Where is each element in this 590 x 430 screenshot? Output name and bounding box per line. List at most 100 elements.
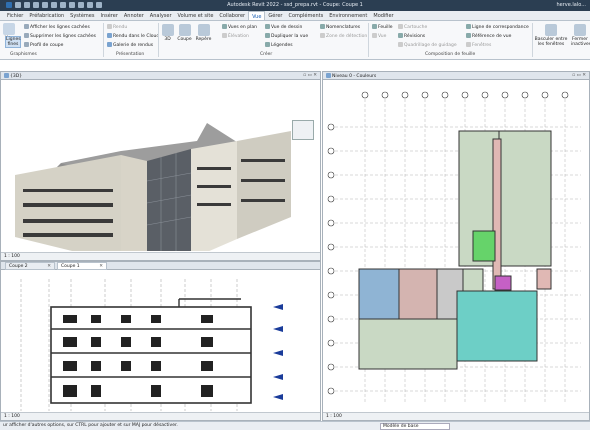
tab-fichier[interactable]: Fichier: [4, 11, 26, 20]
tab-annoter[interactable]: Annoter: [121, 11, 147, 20]
grid-bubble[interactable]: [501, 91, 509, 99]
grid-bubble[interactable]: [327, 315, 335, 323]
grid-bubble[interactable]: [327, 243, 335, 251]
view-3d-footer: 1 : 100: [1, 252, 320, 260]
tab-collaborer[interactable]: Collaborer: [216, 11, 248, 20]
view-plan-tab[interactable]: Niveau 0 - Couleurs ▫ ▭ ✕: [323, 72, 589, 80]
view-reference-button[interactable]: Référence de vue: [466, 33, 511, 39]
schedules-button[interactable]: Nomenclatures: [320, 24, 360, 30]
revisions-button[interactable]: Révisions: [398, 33, 425, 39]
tab-modifier[interactable]: Modifier: [370, 11, 396, 20]
grid-bubble[interactable]: [561, 91, 569, 99]
grid-bubble[interactable]: [327, 195, 335, 203]
grid-bubble[interactable]: [361, 91, 369, 99]
render-gallery-button[interactable]: Galerie de rendus: [107, 42, 153, 48]
scope-box-button[interactable]: Zone de détection: [320, 33, 367, 39]
model-selector[interactable]: Modèle de base: [380, 423, 450, 430]
sheet-button[interactable]: Feuille: [372, 24, 392, 30]
cloud-render-button[interactable]: Rendu dans le Cloud: [107, 33, 159, 39]
duplicate-view-button[interactable]: Dupliquer la vue: [265, 33, 308, 39]
section-button[interactable]: Coupe: [177, 24, 192, 42]
grid-bubble[interactable]: [401, 91, 409, 99]
grid-bubble[interactable]: [441, 91, 449, 99]
callout-button[interactable]: Repère: [195, 24, 212, 42]
show-hidden-lines-button[interactable]: Afficher les lignes cachées: [24, 24, 90, 30]
grid-bubble[interactable]: [327, 267, 335, 275]
grid-bubble[interactable]: [541, 91, 549, 99]
grid-bubble[interactable]: [461, 91, 469, 99]
legend-icon: [265, 42, 270, 47]
revision-icon: [398, 33, 403, 38]
render-button[interactable]: Rendu: [107, 24, 127, 30]
grid-bubble[interactable]: [421, 91, 429, 99]
view-reference-icon: [466, 33, 471, 38]
grid-bubble[interactable]: [381, 91, 389, 99]
duplicate-icon: [265, 33, 270, 38]
plan-views-button[interactable]: Vues en plan: [222, 24, 257, 30]
panel-label-presentation: Présentation: [116, 52, 145, 57]
glass-curtain-wall: [147, 149, 191, 251]
view-place-button[interactable]: Vue: [372, 33, 386, 39]
3d-view-button[interactable]: 3D: [161, 24, 174, 42]
guide-grid-button[interactable]: Quadrillage de guidage: [398, 42, 457, 48]
scope-box-icon: [320, 33, 325, 38]
sheet-icon: [372, 24, 377, 29]
ribbon: Vue Lignes fines Afficher les lignes cac…: [0, 21, 590, 60]
ribbon-tabs: Fichier Préfabrication Systèmes Insérer Anno…: [0, 11, 590, 21]
tab-environnement[interactable]: Environnement: [326, 11, 370, 20]
view-3d-controls[interactable]: ▫ ▭ ✕: [303, 73, 317, 78]
3d-model-canvas[interactable]: [1, 81, 320, 251]
ribbon-separator: [368, 23, 369, 57]
view-3d-tab[interactable]: {3D} ▫ ▭ ✕: [1, 72, 320, 80]
tab-compl-ments[interactable]: Compléments: [285, 11, 326, 20]
grid-bubble[interactable]: [327, 171, 335, 179]
view-plan[interactable]: Niveau 0 - Couleurs ▫ ▭ ✕ 1 : 100: [322, 71, 590, 421]
plan-canvas[interactable]: [323, 81, 589, 411]
elevation-button[interactable]: Élévation: [222, 33, 249, 39]
viewports-button[interactable]: Fenêtres: [466, 42, 491, 48]
remove-hidden-lines-button[interactable]: Supprimer les lignes cachées: [24, 33, 96, 39]
matchline-button[interactable]: Ligne de correspondance: [466, 24, 529, 30]
grid-bubble[interactable]: [327, 339, 335, 347]
tab-vue[interactable]: Vue: [248, 11, 266, 20]
thin-lines-button[interactable]: Lignes fines: [5, 36, 21, 48]
ribbon-separator: [103, 23, 104, 57]
section-canvas[interactable]: [1, 271, 320, 411]
grid-bubble[interactable]: [327, 219, 335, 227]
drafting-view-button[interactable]: Vue de dessin: [265, 24, 302, 30]
tab-syst-mes[interactable]: Systèmes: [67, 11, 97, 20]
grid-bubble[interactable]: [521, 91, 529, 99]
grid-bubble[interactable]: [327, 291, 335, 299]
close-inactive-button[interactable]: Fermer inactives: [571, 24, 590, 47]
callout-icon: [197, 24, 210, 36]
grid-bubble[interactable]: [327, 363, 335, 371]
tab-coupe-1[interactable]: Coupe 1 ✕: [57, 262, 107, 270]
tab-volume-et-site[interactable]: Volume et site: [175, 11, 217, 20]
place-view-icon: [372, 33, 377, 38]
titleblock-icon: [398, 24, 403, 29]
grid-bubble[interactable]: [327, 387, 335, 395]
facade-column: [121, 155, 147, 251]
window-title: Autodesk Revit 2022 - ssd_prepa.rvt - Co…: [227, 2, 363, 8]
grid-bubble[interactable]: [327, 147, 335, 155]
tab-pr-fabrication[interactable]: Préfabrication: [26, 11, 67, 20]
view-plan-controls[interactable]: ▫ ▭ ✕: [572, 73, 586, 78]
titleblock-button[interactable]: Cartouche: [398, 24, 427, 30]
view-section[interactable]: Coupe 2 ✕ Coupe 1 ✕ 1 : 100: [0, 261, 321, 421]
tab-g-rer[interactable]: Gérer: [265, 11, 285, 20]
3d-house-icon: [161, 24, 174, 36]
user-name[interactable]: herve.lalo...: [556, 2, 586, 8]
switch-windows-icon: [545, 24, 557, 36]
legends-button[interactable]: Légendes: [265, 42, 293, 48]
close-inactive-icon: [574, 24, 586, 36]
status-hint: ur afficher d'autres options, sur CTRL p…: [3, 423, 178, 428]
grid-bubble[interactable]: [327, 123, 335, 131]
tab-analyser[interactable]: Analyser: [147, 11, 175, 20]
view-cube-icon[interactable]: [292, 120, 314, 140]
tab-ins-rer[interactable]: Insérer: [97, 11, 120, 20]
tab-coupe-2[interactable]: Coupe 2 ✕: [5, 262, 55, 270]
grid-bubble[interactable]: [481, 91, 489, 99]
cut-profile-button[interactable]: Profil de coupe: [24, 42, 63, 48]
view-3d[interactable]: {3D} ▫ ▭ ✕ 1: 100: [0, 71, 321, 261]
switch-windows-button[interactable]: Basculer entre les fenêtres: [534, 24, 568, 47]
